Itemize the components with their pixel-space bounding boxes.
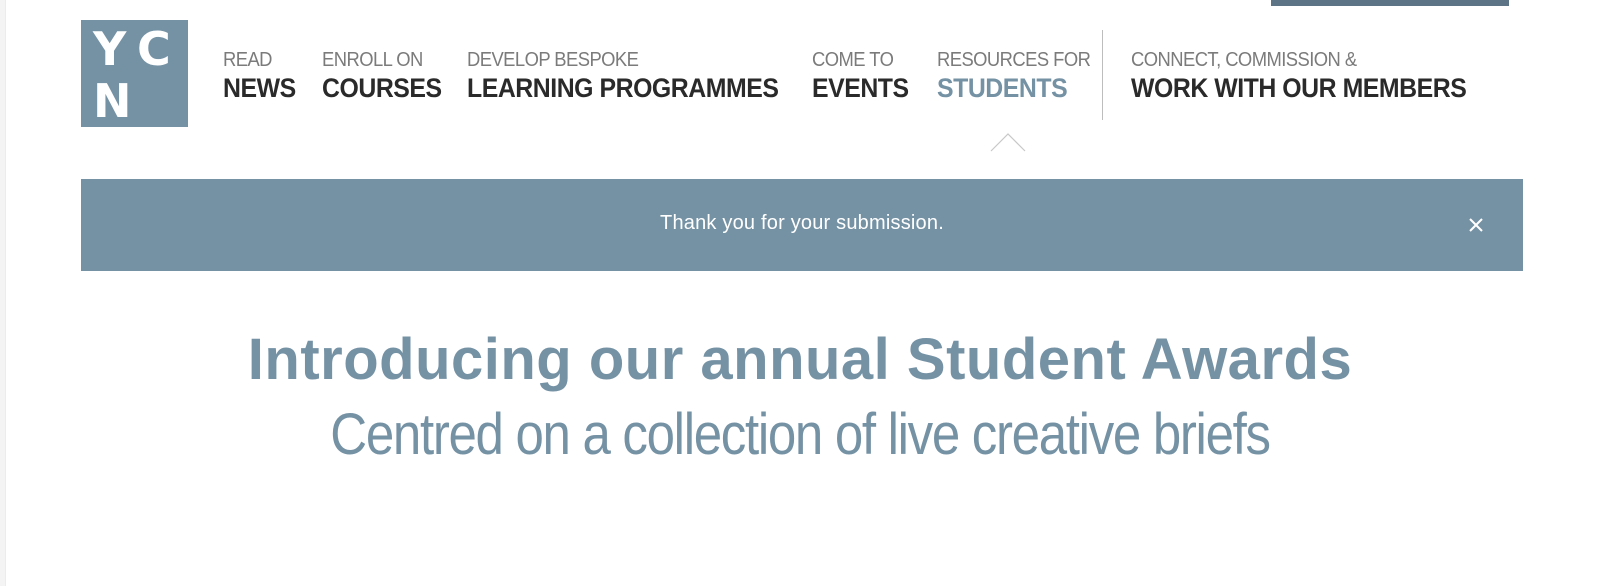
logo-letter-n: N [93, 74, 132, 128]
nav-item-label: EVENTS [812, 73, 909, 103]
nav-divider [1102, 30, 1103, 120]
submission-notice: Thank you for your submission. [81, 179, 1523, 271]
nav-item-label: WORK WITH OUR MEMBERS [1131, 73, 1467, 103]
nav-item-kicker: RESOURCES FOR [937, 49, 1091, 71]
nav-item-label: NEWS [223, 73, 296, 103]
nav-item-students[interactable]: RESOURCES FOR STUDENTS [937, 48, 1104, 104]
nav-item-news[interactable]: READ NEWS [223, 48, 302, 104]
nav-item-label: LEARNING PROGRAMMES [467, 73, 779, 103]
hero-headline: Introducing our annual Student Awards [247, 327, 1353, 392]
top-bar[interactable] [1271, 0, 1509, 6]
page-edge [0, 0, 6, 586]
nav-item-learning-programmes[interactable]: DEVELOP BESPOKE LEARNING PROGRAMMES [467, 48, 806, 104]
nav-item-kicker: CONNECT, COMMISSION & [1131, 49, 1357, 71]
nav-item-events[interactable]: COME TO EVENTS [812, 48, 917, 104]
nav-item-kicker: ENROLL ON [322, 49, 423, 71]
hero-subheadline: Centred on a collection of live creative… [330, 402, 1271, 467]
nav-item-kicker: COME TO [812, 49, 894, 71]
nav-item-label: COURSES [322, 73, 442, 103]
ycn-logo[interactable]: Y C N [81, 20, 188, 127]
logo-letter-y: Y [93, 22, 127, 76]
chevron-up-icon [990, 133, 1026, 152]
logo-letter-c: C [137, 22, 171, 76]
nav-item-label: STUDENTS [937, 73, 1068, 103]
notice-message: Thank you for your submission. [660, 212, 944, 234]
nav-item-kicker: DEVELOP BESPOKE [467, 49, 639, 71]
close-icon[interactable] [1465, 214, 1487, 236]
nav-item-kicker: READ [223, 49, 272, 71]
nav-item-courses[interactable]: ENROLL ON COURSES [322, 48, 452, 104]
nav-item-members[interactable]: CONNECT, COMMISSION & WORK WITH OUR MEMB… [1131, 48, 1495, 104]
